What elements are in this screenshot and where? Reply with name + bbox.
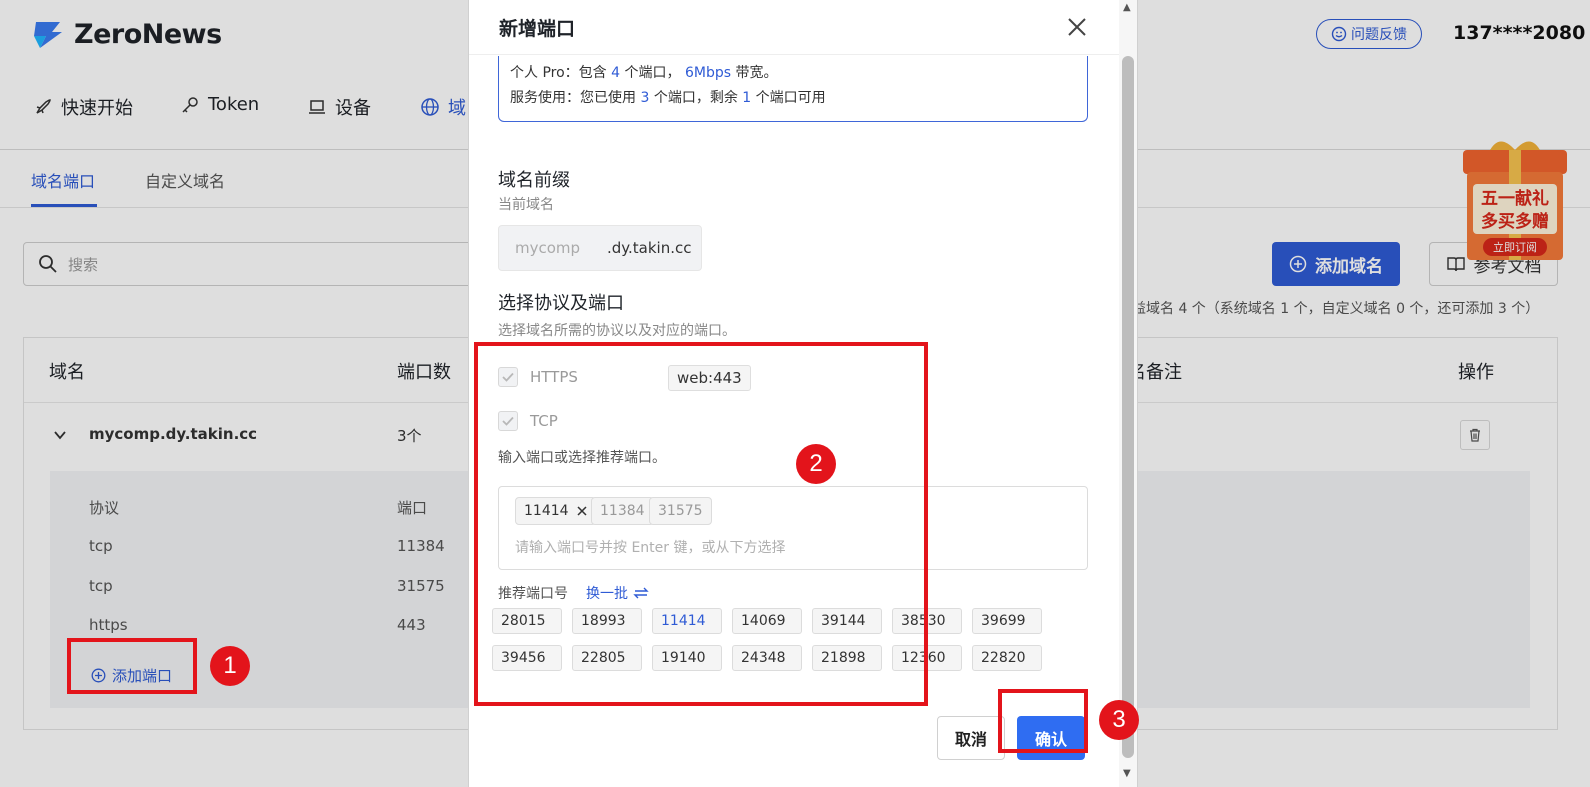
domain-prefix-field[interactable]: mycomp .dy.takin.cc <box>498 225 702 271</box>
usage-line: 服务使用：您已使用 3 个端口，剩余 1 个端口可用 <box>510 86 1076 111</box>
usage-text: 服务使用：您已使用 <box>510 90 641 106</box>
protocol-section-subtitle: 选择域名所需的协议以及对应的端口。 <box>498 323 736 339</box>
annotation-box-add-port <box>67 638 197 694</box>
plan-text: 带宽。 <box>731 65 778 81</box>
prefix-placeholder: mycomp <box>515 239 581 257</box>
plan-info-box: 个人 Pro：包含 4 个端口， 6Mbps 带宽。 服务使用：您已使用 3 个… <box>498 56 1088 122</box>
recommended-port[interactable]: 39699 <box>972 608 1042 634</box>
ports-left: 1 <box>742 90 752 106</box>
bandwidth-value: 6Mbps <box>684 65 732 81</box>
annotation-number: 1 <box>210 646 250 686</box>
annotation-box-confirm <box>998 689 1088 753</box>
annotation-box-protocol-ports <box>474 342 928 706</box>
modal-header: 新增端口 <box>469 0 1137 55</box>
scroll-down-arrow-icon[interactable]: ▼ <box>1123 768 1131 779</box>
plan-text: 个人 Pro：包含 <box>510 65 612 81</box>
usage-text: 个端口，剩余 <box>649 90 743 106</box>
plan-line: 个人 Pro：包含 4 个端口， 6Mbps 带宽。 <box>510 61 1076 86</box>
usage-text: 个端口可用 <box>751 90 826 106</box>
recommended-port[interactable]: 22820 <box>972 645 1042 671</box>
close-icon[interactable] <box>1066 16 1088 38</box>
prefix-section-subtitle: 当前域名 <box>498 197 554 213</box>
modal-title: 新增端口 <box>499 18 576 40</box>
protocol-section-title: 选择协议及端口 <box>498 293 624 314</box>
prefix-section-title: 域名前缀 <box>498 170 570 191</box>
cancel-button[interactable]: 取消 <box>937 716 1005 760</box>
scroll-up-arrow-icon[interactable]: ▲ <box>1123 2 1131 13</box>
plan-text: 个端口， <box>620 65 685 81</box>
annotation-number: 3 <box>1099 700 1139 740</box>
annotation-number: 2 <box>796 444 836 484</box>
domain-suffix: .dy.takin.cc <box>607 239 692 257</box>
scrollbar-thumb[interactable] <box>1122 56 1134 758</box>
port-total: 4 <box>611 65 621 81</box>
